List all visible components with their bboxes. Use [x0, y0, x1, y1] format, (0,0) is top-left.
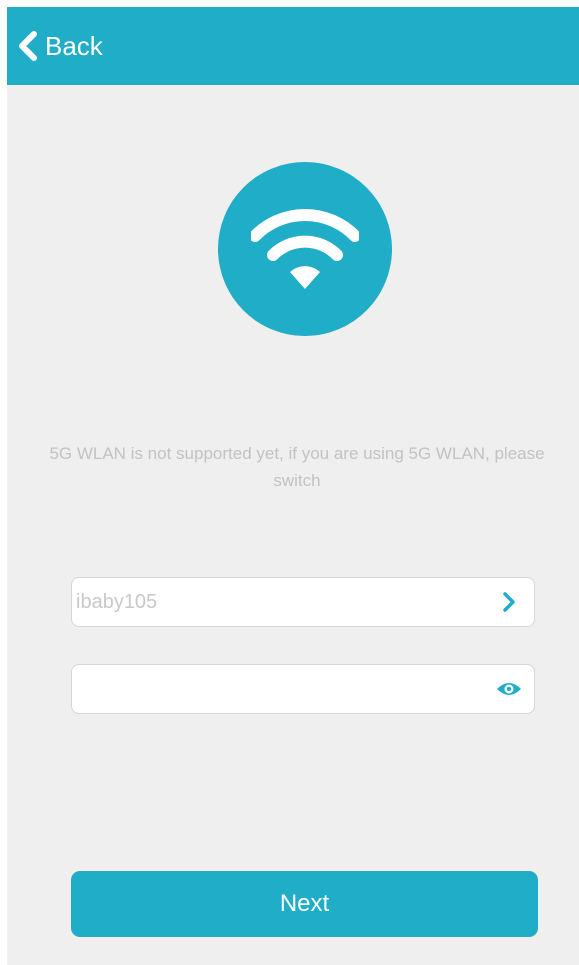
chevron-left-icon	[17, 31, 39, 61]
wifi-icon	[218, 162, 392, 336]
chevron-right-icon[interactable]	[496, 590, 522, 614]
next-button[interactable]: Next	[71, 871, 538, 937]
wifi-setup-screen: Back 5G WLAN is not supported yet, if yo…	[7, 7, 579, 965]
password-input[interactable]	[76, 667, 480, 713]
ssid-value: ibaby105	[76, 591, 158, 613]
top-bar: Back	[7, 7, 579, 85]
ssid-field[interactable]: ibaby105	[71, 577, 535, 627]
back-label: Back	[45, 31, 103, 61]
password-field[interactable]	[71, 664, 535, 714]
eye-icon[interactable]	[496, 677, 522, 701]
back-button[interactable]: Back	[17, 23, 103, 69]
wlan-hint-text: 5G WLAN is not supported yet, if you are…	[49, 444, 545, 490]
